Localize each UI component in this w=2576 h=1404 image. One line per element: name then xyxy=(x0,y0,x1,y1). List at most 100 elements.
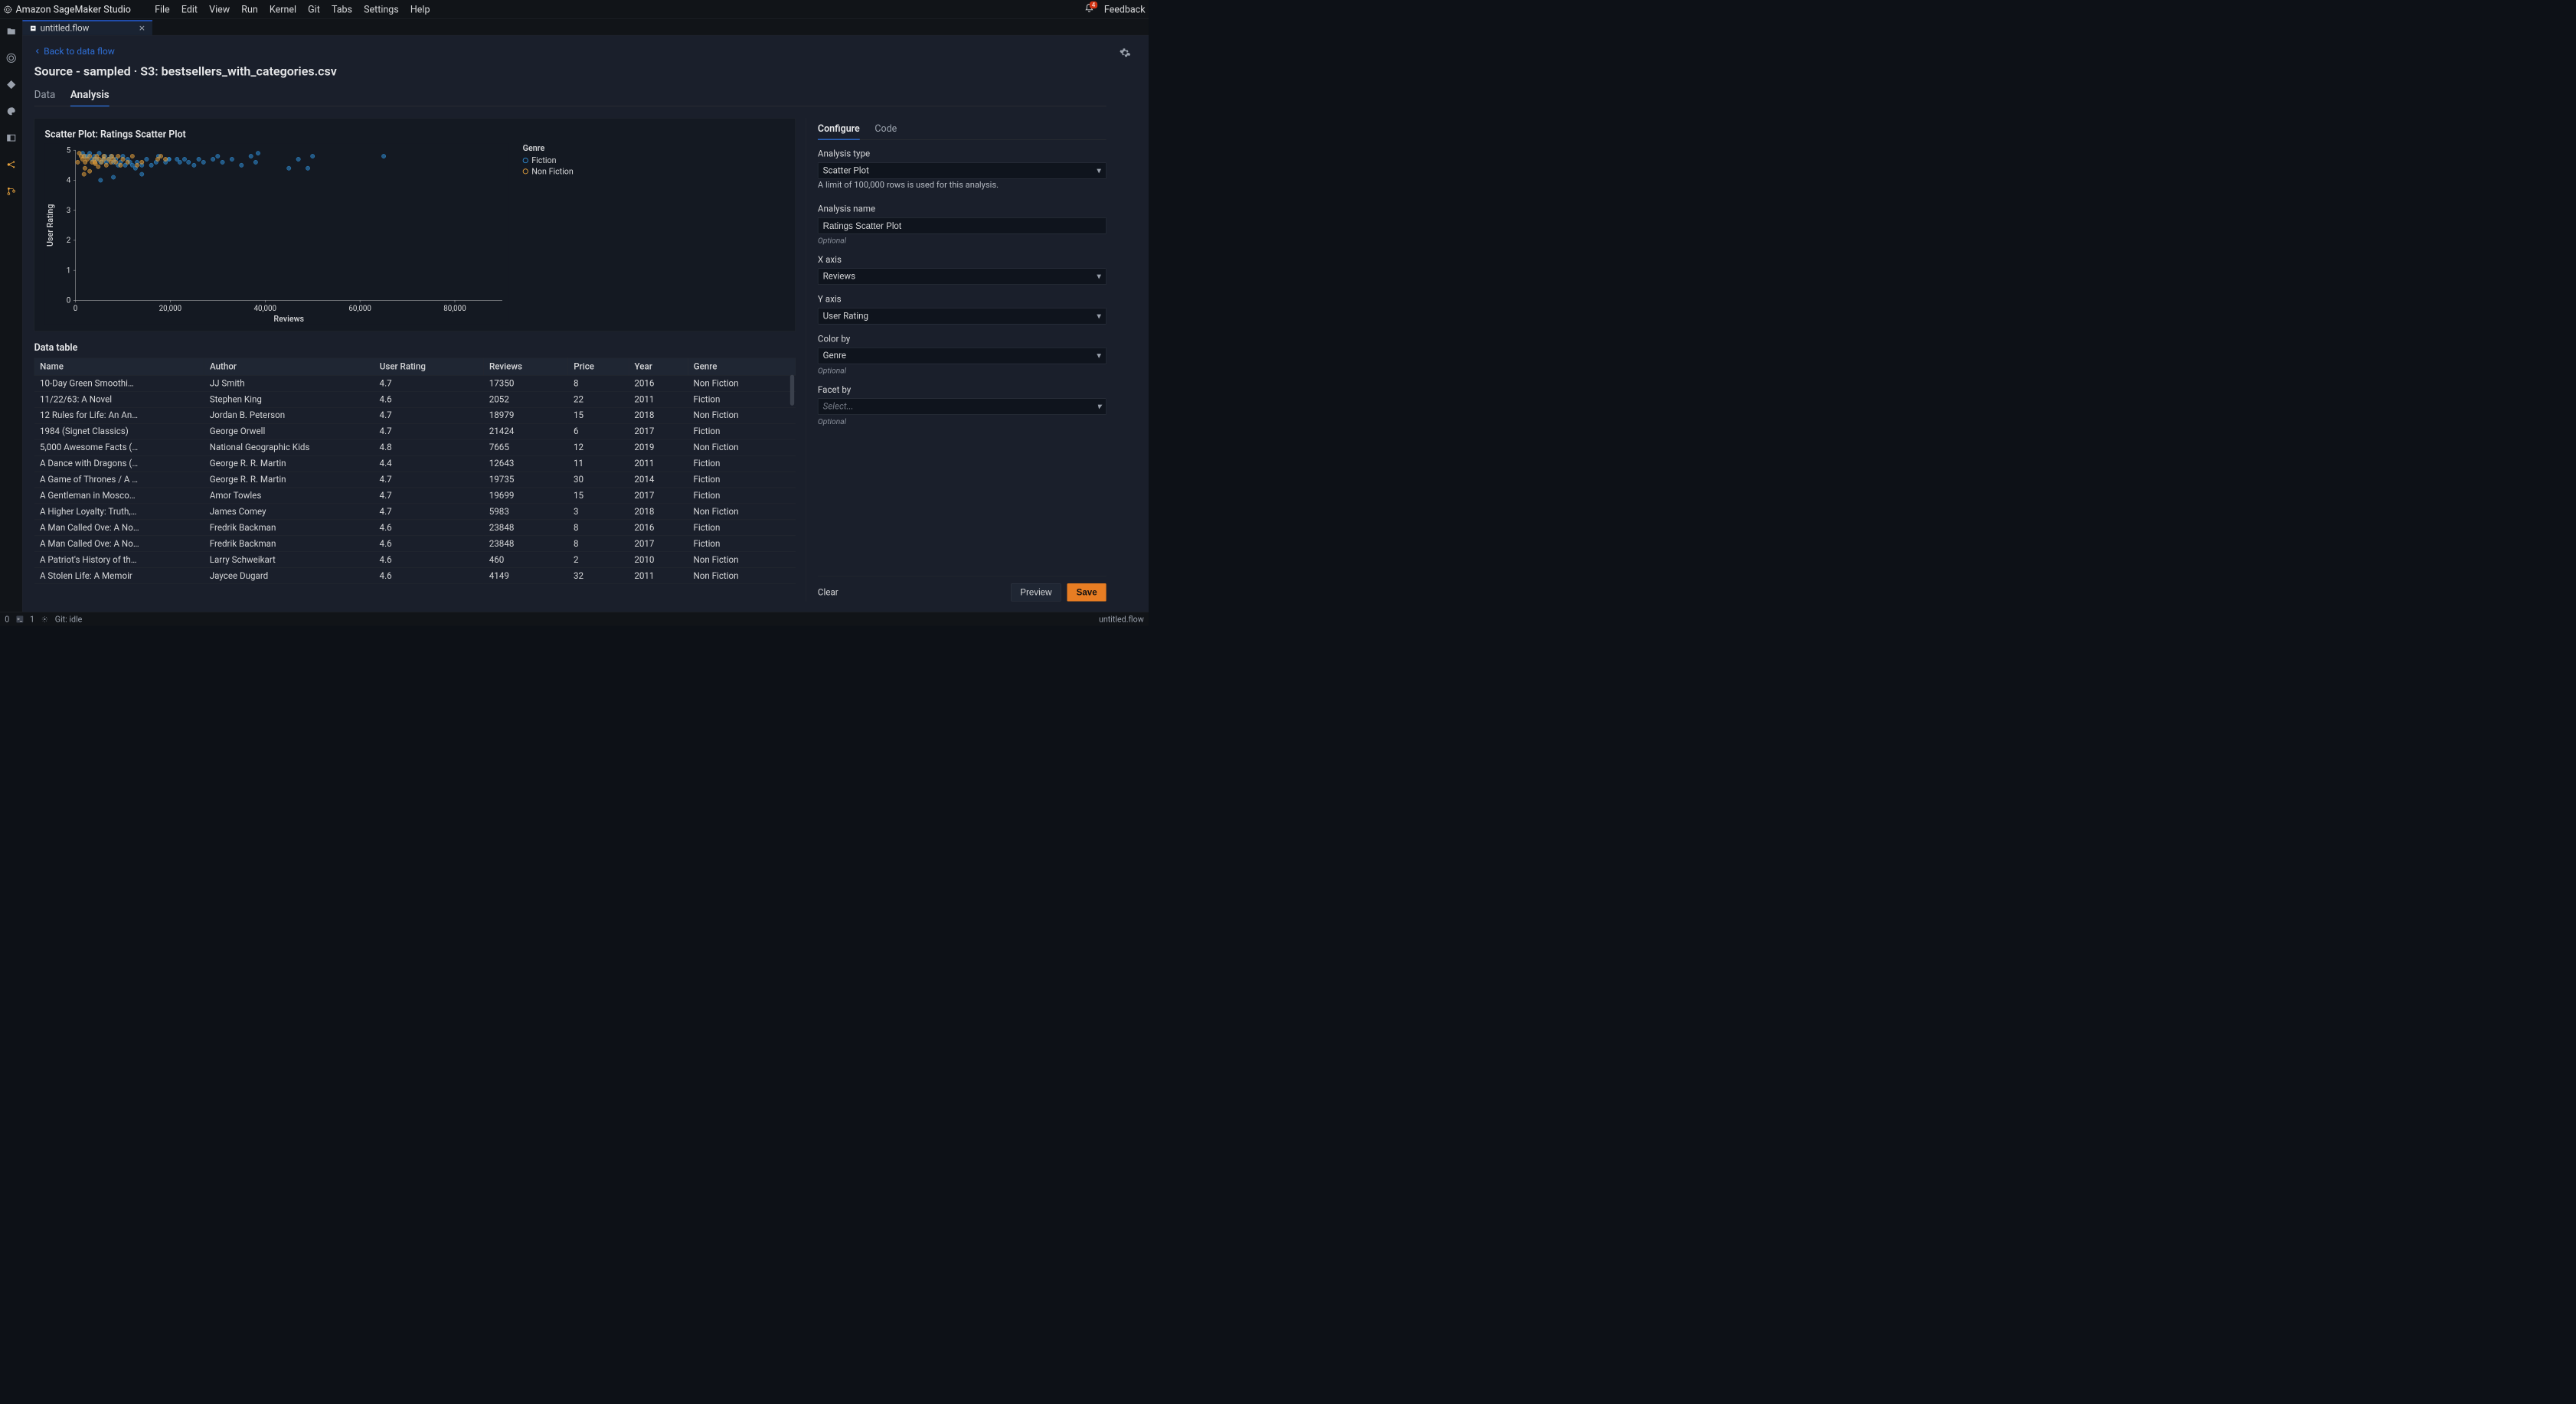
table-row[interactable]: 1984 (Signet Classics)George Orwell4.721… xyxy=(34,423,796,439)
table-row[interactable]: A Higher Loyalty: Truth,…James Comey4.75… xyxy=(34,504,796,520)
config-tab-code[interactable]: Code xyxy=(874,118,897,139)
y-axis-select[interactable]: User Rating▾ xyxy=(818,308,1107,324)
col-4[interactable]: Price xyxy=(568,358,629,376)
analysis-type-select[interactable]: Scatter Plot▾ xyxy=(818,162,1107,178)
notif-badge: 4 xyxy=(1090,2,1097,8)
table-row[interactable]: A Patriot's History of th…Larry Schweika… xyxy=(34,552,796,568)
analysis-type-label: Analysis type xyxy=(818,149,1107,158)
col-3[interactable]: Reviews xyxy=(484,358,568,376)
panel-icon[interactable] xyxy=(5,132,16,143)
menu-help[interactable]: Help xyxy=(410,4,430,15)
git-status: Git: idle xyxy=(55,614,83,623)
svg-text:80,000: 80,000 xyxy=(443,305,466,313)
col-0[interactable]: Name xyxy=(34,358,204,376)
svg-text:40,000: 40,000 xyxy=(254,305,276,313)
menu-git[interactable]: Git xyxy=(308,4,320,15)
table-row[interactable]: A Man Called Ove: A No…Fredrik Backman4.… xyxy=(34,520,796,536)
data-table-wrap[interactable]: NameAuthorUser RatingReviewsPriceYearGen… xyxy=(34,358,796,601)
page-title: Source - sampled · S3: bestsellers_with_… xyxy=(34,64,1107,79)
table-row[interactable]: 10-Day Green Smoothi…JJ Smith4.717350820… xyxy=(34,375,796,391)
menu-view[interactable]: View xyxy=(209,4,230,15)
table-row[interactable]: A Stolen Life: A MemoirJaycee Dugard4.64… xyxy=(34,568,796,584)
svg-text:1: 1 xyxy=(67,266,71,275)
status-gear-icon[interactable] xyxy=(41,615,48,622)
table-row[interactable]: A Gentleman in Mosco…Amor Towles4.719699… xyxy=(34,488,796,504)
tab-analysis[interactable]: Analysis xyxy=(70,89,110,106)
table-row[interactable]: 11/22/63: A NovelStephen King4.620522220… xyxy=(34,391,796,407)
table-row[interactable]: A Dance with Dragons (…George R. R. Mart… xyxy=(34,455,796,472)
legend-item-nonfiction: Non Fiction xyxy=(523,167,574,176)
target-icon[interactable] xyxy=(5,53,16,64)
svg-text:20,000: 20,000 xyxy=(159,305,181,313)
facet-optional: Optional xyxy=(818,416,1107,426)
branch-icon[interactable] xyxy=(5,186,16,197)
menu-edit[interactable]: Edit xyxy=(181,4,198,15)
status-zero: 0 xyxy=(5,614,9,623)
subtabs: Data Analysis xyxy=(34,89,1107,106)
table-row[interactable]: A Man Called Ove: A No…Fredrik Backman4.… xyxy=(34,536,796,552)
col-6[interactable]: Genre xyxy=(688,358,795,376)
feedback-link[interactable]: Feedback xyxy=(1104,4,1146,15)
left-rail xyxy=(0,19,22,612)
svg-text:2: 2 xyxy=(67,237,71,245)
table-row[interactable]: 5,000 Awesome Facts (…National Geographi… xyxy=(34,439,796,455)
menu-run[interactable]: Run xyxy=(241,4,257,15)
chart-legend: Genre Fiction Non Fiction xyxy=(523,143,574,324)
clear-button[interactable]: Clear xyxy=(818,587,839,597)
chart-card: Scatter Plot: Ratings Scatter Plot 0 1 2 3 4… xyxy=(34,118,796,331)
analysis-name-input[interactable] xyxy=(818,217,1107,233)
top-menu: Amazon SageMaker Studio File Edit View R… xyxy=(0,0,1149,19)
close-icon[interactable]: ✕ xyxy=(139,24,145,33)
x-axis-select[interactable]: Reviews▾ xyxy=(818,268,1107,284)
git-icon[interactable] xyxy=(5,79,16,90)
main-menus: File Edit View Run Kernel Git Tabs Setti… xyxy=(155,4,430,15)
status-file: untitled.flow xyxy=(1099,614,1144,623)
config-tab-configure[interactable]: Configure xyxy=(818,118,860,140)
svg-text:5: 5 xyxy=(67,146,71,155)
name-optional: Optional xyxy=(818,236,1107,245)
table-row[interactable]: A Game of Thrones / A …George R. R. Mart… xyxy=(34,472,796,488)
facet-by-select[interactable]: Select...▾ xyxy=(818,398,1107,414)
flow-file-icon xyxy=(29,24,37,32)
scatter-plot[interactable]: 012345020,00040,00060,00080,000ReviewsUs… xyxy=(44,143,508,324)
brand: Amazon SageMaker Studio xyxy=(3,4,155,15)
table-row[interactable]: 12 Rules for Life: An An…Jordan B. Peter… xyxy=(34,407,796,423)
gear-icon[interactable] xyxy=(1120,47,1131,59)
svg-text:60,000: 60,000 xyxy=(348,305,371,313)
menu-settings[interactable]: Settings xyxy=(364,4,399,15)
menu-kernel[interactable]: Kernel xyxy=(270,4,296,15)
legend-item-fiction: Fiction xyxy=(523,155,574,165)
flow-icon[interactable] xyxy=(5,159,16,170)
svg-text:3: 3 xyxy=(67,207,71,215)
x-axis-label: X axis xyxy=(818,255,1107,265)
back-link[interactable]: Back to data flow xyxy=(34,46,1107,57)
terminal-icon[interactable]: >_ xyxy=(16,615,23,622)
menu-file[interactable]: File xyxy=(155,4,170,15)
status-bar: 0 >_ 1 Git: idle untitled.flow xyxy=(0,612,1149,626)
config-panel: Configure Code Analysis type Scatter Plo… xyxy=(806,118,1106,601)
file-tab[interactable]: untitled.flow ✕ xyxy=(22,20,152,35)
tab-strip: untitled.flow ✕ xyxy=(22,19,1149,35)
col-1[interactable]: Author xyxy=(204,358,374,376)
scrollbar-thumb[interactable] xyxy=(790,375,794,406)
menu-tabs[interactable]: Tabs xyxy=(332,4,352,15)
notifications-button[interactable]: 4 xyxy=(1084,3,1093,15)
facet-by-label: Facet by xyxy=(818,385,1107,395)
svg-text:0: 0 xyxy=(74,305,78,313)
chart-title: Scatter Plot: Ratings Scatter Plot xyxy=(44,129,785,140)
limit-hint: A limit of 100,000 rows is used for this… xyxy=(818,180,1107,190)
folder-icon[interactable] xyxy=(5,26,16,37)
col-5[interactable]: Year xyxy=(629,358,688,376)
tab-data[interactable]: Data xyxy=(34,89,56,106)
save-button[interactable]: Save xyxy=(1067,583,1107,602)
data-table: NameAuthorUser RatingReviewsPriceYearGen… xyxy=(34,358,796,584)
preview-button[interactable]: Preview xyxy=(1011,583,1061,602)
chevron-left-icon xyxy=(34,47,41,54)
color-by-select[interactable]: Genre▾ xyxy=(818,348,1107,364)
analysis-name-label: Analysis name xyxy=(818,204,1107,214)
data-table-title: Data table xyxy=(34,341,796,353)
svg-text:Reviews: Reviews xyxy=(273,314,304,324)
color-optional: Optional xyxy=(818,366,1107,375)
col-2[interactable]: User Rating xyxy=(374,358,483,376)
palette-icon[interactable] xyxy=(5,106,16,116)
